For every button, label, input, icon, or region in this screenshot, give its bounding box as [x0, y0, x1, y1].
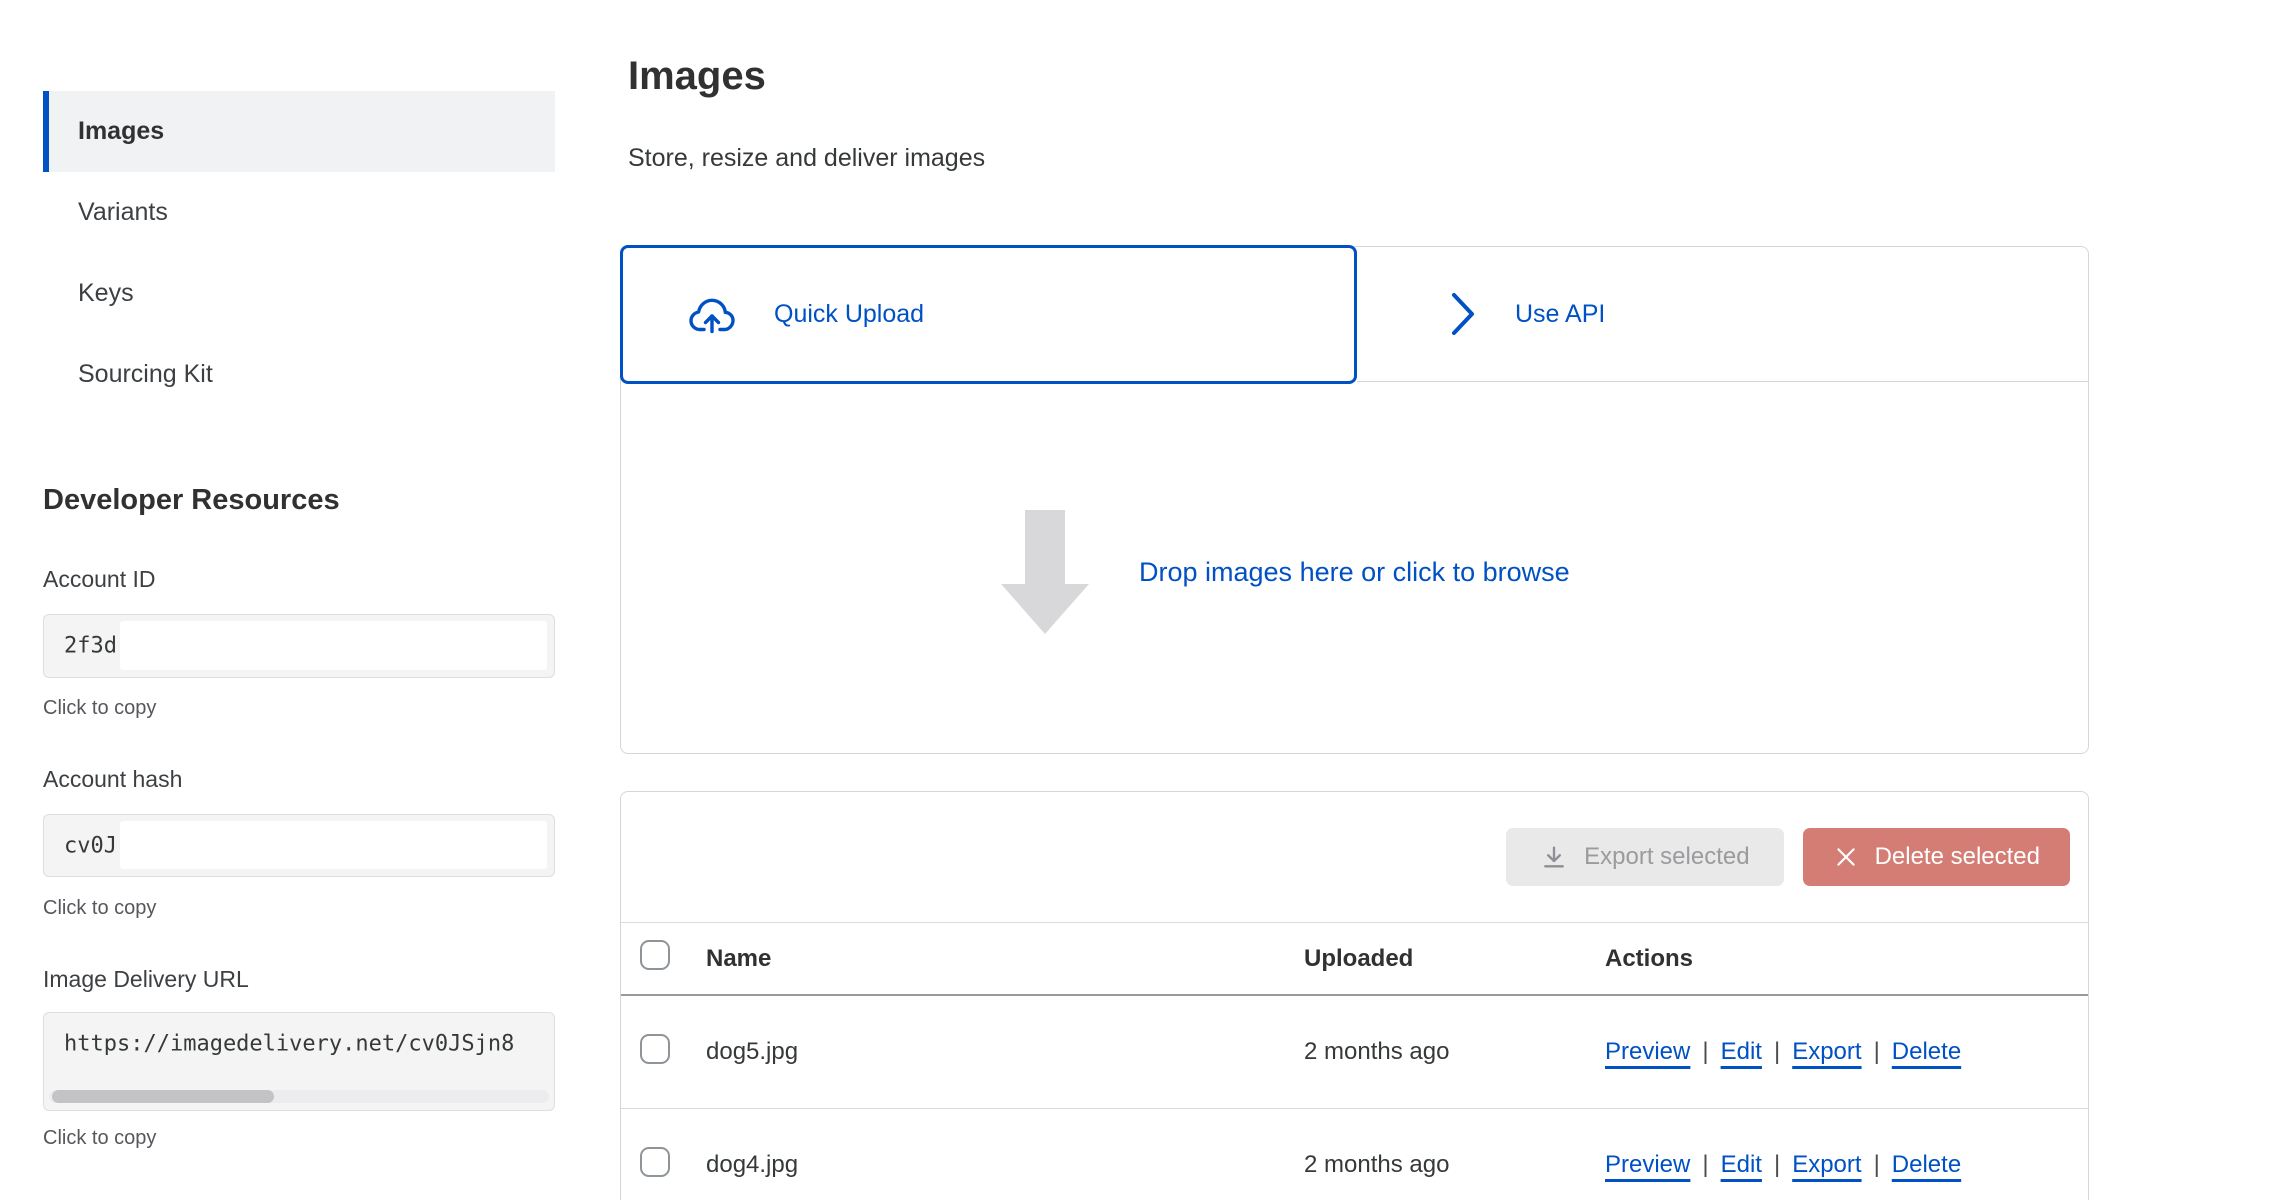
page-title: Images	[628, 54, 766, 99]
image-name: dog4.jpg	[706, 1151, 1304, 1179]
tab-quick-upload[interactable]: Quick Upload	[620, 245, 1357, 384]
account-id-value: 2f3d	[64, 634, 117, 659]
developer-resources-heading: Developer Resources	[43, 484, 340, 517]
upload-panel: Quick Upload Use API Drop images here or…	[620, 246, 2089, 754]
click-to-copy-hint: Click to copy	[43, 697, 156, 720]
tab-use-api[interactable]: Use API	[1357, 247, 2088, 382]
click-to-copy-hint: Click to copy	[43, 897, 156, 920]
account-hash-copy-box[interactable]: cv0J	[43, 814, 555, 877]
download-icon	[1540, 843, 1568, 871]
sidebar-item-keys[interactable]: Keys	[43, 253, 555, 334]
table-toolbar: Export selected Delete selected	[621, 792, 2088, 923]
row-actions: Preview | Edit | Export | Delete	[1605, 1038, 2088, 1066]
sidebar-item-label: Images	[78, 117, 164, 146]
action-separator: |	[1874, 1151, 1880, 1179]
redaction-overlay	[120, 821, 547, 869]
main-content: Images Store, resize and deliver images …	[620, 0, 2270, 1200]
image-name: dog5.jpg	[706, 1038, 1304, 1066]
tab-label: Use API	[1515, 300, 1605, 329]
account-id-copy-box[interactable]: 2f3d	[43, 614, 555, 678]
select-all-checkbox[interactable]	[640, 940, 670, 970]
sidebar-item-label: Variants	[78, 198, 168, 227]
action-separator: |	[1774, 1151, 1780, 1179]
delete-link[interactable]: Delete	[1892, 1038, 1961, 1066]
row-actions: Preview | Edit | Export | Delete	[1605, 1151, 2088, 1179]
sidebar-item-label: Keys	[78, 279, 134, 308]
action-separator: |	[1702, 1151, 1708, 1179]
images-table-panel: Export selected Delete selected Name Upl…	[620, 791, 2089, 1200]
table-row: dog5.jpg 2 months ago Preview | Edit | E…	[621, 996, 2088, 1109]
preview-link[interactable]: Preview	[1605, 1151, 1690, 1179]
image-delivery-url-value: https://imagedelivery.net/cv0JSjn8	[64, 1032, 514, 1057]
action-separator: |	[1702, 1038, 1708, 1066]
page-subtitle: Store, resize and deliver images	[628, 144, 985, 173]
preview-link[interactable]: Preview	[1605, 1038, 1690, 1066]
sidebar-item-label: Sourcing Kit	[78, 360, 213, 389]
edit-link[interactable]: Edit	[1721, 1151, 1762, 1179]
sidebar-item-images[interactable]: Images	[43, 91, 555, 172]
delete-selected-button[interactable]: Delete selected	[1803, 828, 2070, 886]
sidebar-item-sourcing-kit[interactable]: Sourcing Kit	[43, 334, 555, 415]
chevron-right-icon	[1450, 291, 1476, 337]
action-separator: |	[1774, 1038, 1780, 1066]
account-hash-value: cv0J	[64, 833, 117, 858]
cloudflare-images-page: Images Variants Keys Sourcing Kit Develo…	[0, 0, 2270, 1200]
uploaded-time: 2 months ago	[1304, 1151, 1605, 1179]
column-header-uploaded: Uploaded	[1304, 945, 1605, 973]
account-hash-label: Account hash	[43, 766, 182, 793]
row-checkbox[interactable]	[640, 1034, 670, 1064]
horizontal-scrollbar	[49, 1090, 549, 1103]
export-selected-button[interactable]: Export selected	[1506, 828, 1783, 886]
upload-dropzone[interactable]: Drop images here or click to browse	[621, 382, 2088, 753]
edit-link[interactable]: Edit	[1721, 1038, 1762, 1066]
sidebar-item-variants[interactable]: Variants	[43, 172, 555, 253]
scrollbar-thumb[interactable]	[52, 1090, 274, 1103]
export-link[interactable]: Export	[1792, 1151, 1861, 1179]
cloud-upload-icon	[689, 296, 735, 334]
drop-down-arrow-icon	[1001, 510, 1089, 634]
column-header-actions: Actions	[1605, 945, 2088, 973]
click-to-copy-hint: Click to copy	[43, 1127, 156, 1150]
column-header-name: Name	[706, 945, 1304, 973]
image-delivery-url-copy-box[interactable]: https://imagedelivery.net/cv0JSjn8	[43, 1012, 555, 1111]
sidebar-nav: Images Variants Keys Sourcing Kit	[43, 91, 555, 415]
x-icon	[1833, 844, 1859, 870]
action-separator: |	[1874, 1038, 1880, 1066]
row-checkbox[interactable]	[640, 1147, 670, 1177]
uploaded-time: 2 months ago	[1304, 1038, 1605, 1066]
tab-label: Quick Upload	[774, 300, 924, 329]
dropzone-text: Drop images here or click to browse	[1139, 510, 1570, 634]
button-label: Delete selected	[1875, 843, 2040, 871]
account-id-label: Account ID	[43, 566, 156, 593]
delete-link[interactable]: Delete	[1892, 1151, 1961, 1179]
redaction-overlay	[120, 621, 547, 670]
table-header-row: Name Uploaded Actions	[621, 923, 2088, 996]
image-delivery-url-label: Image Delivery URL	[43, 966, 249, 993]
table-row: dog4.jpg 2 months ago Preview | Edit | E…	[621, 1109, 2088, 1200]
sidebar: Images Variants Keys Sourcing Kit Develo…	[43, 0, 555, 1200]
button-label: Export selected	[1584, 843, 1749, 871]
export-link[interactable]: Export	[1792, 1038, 1861, 1066]
